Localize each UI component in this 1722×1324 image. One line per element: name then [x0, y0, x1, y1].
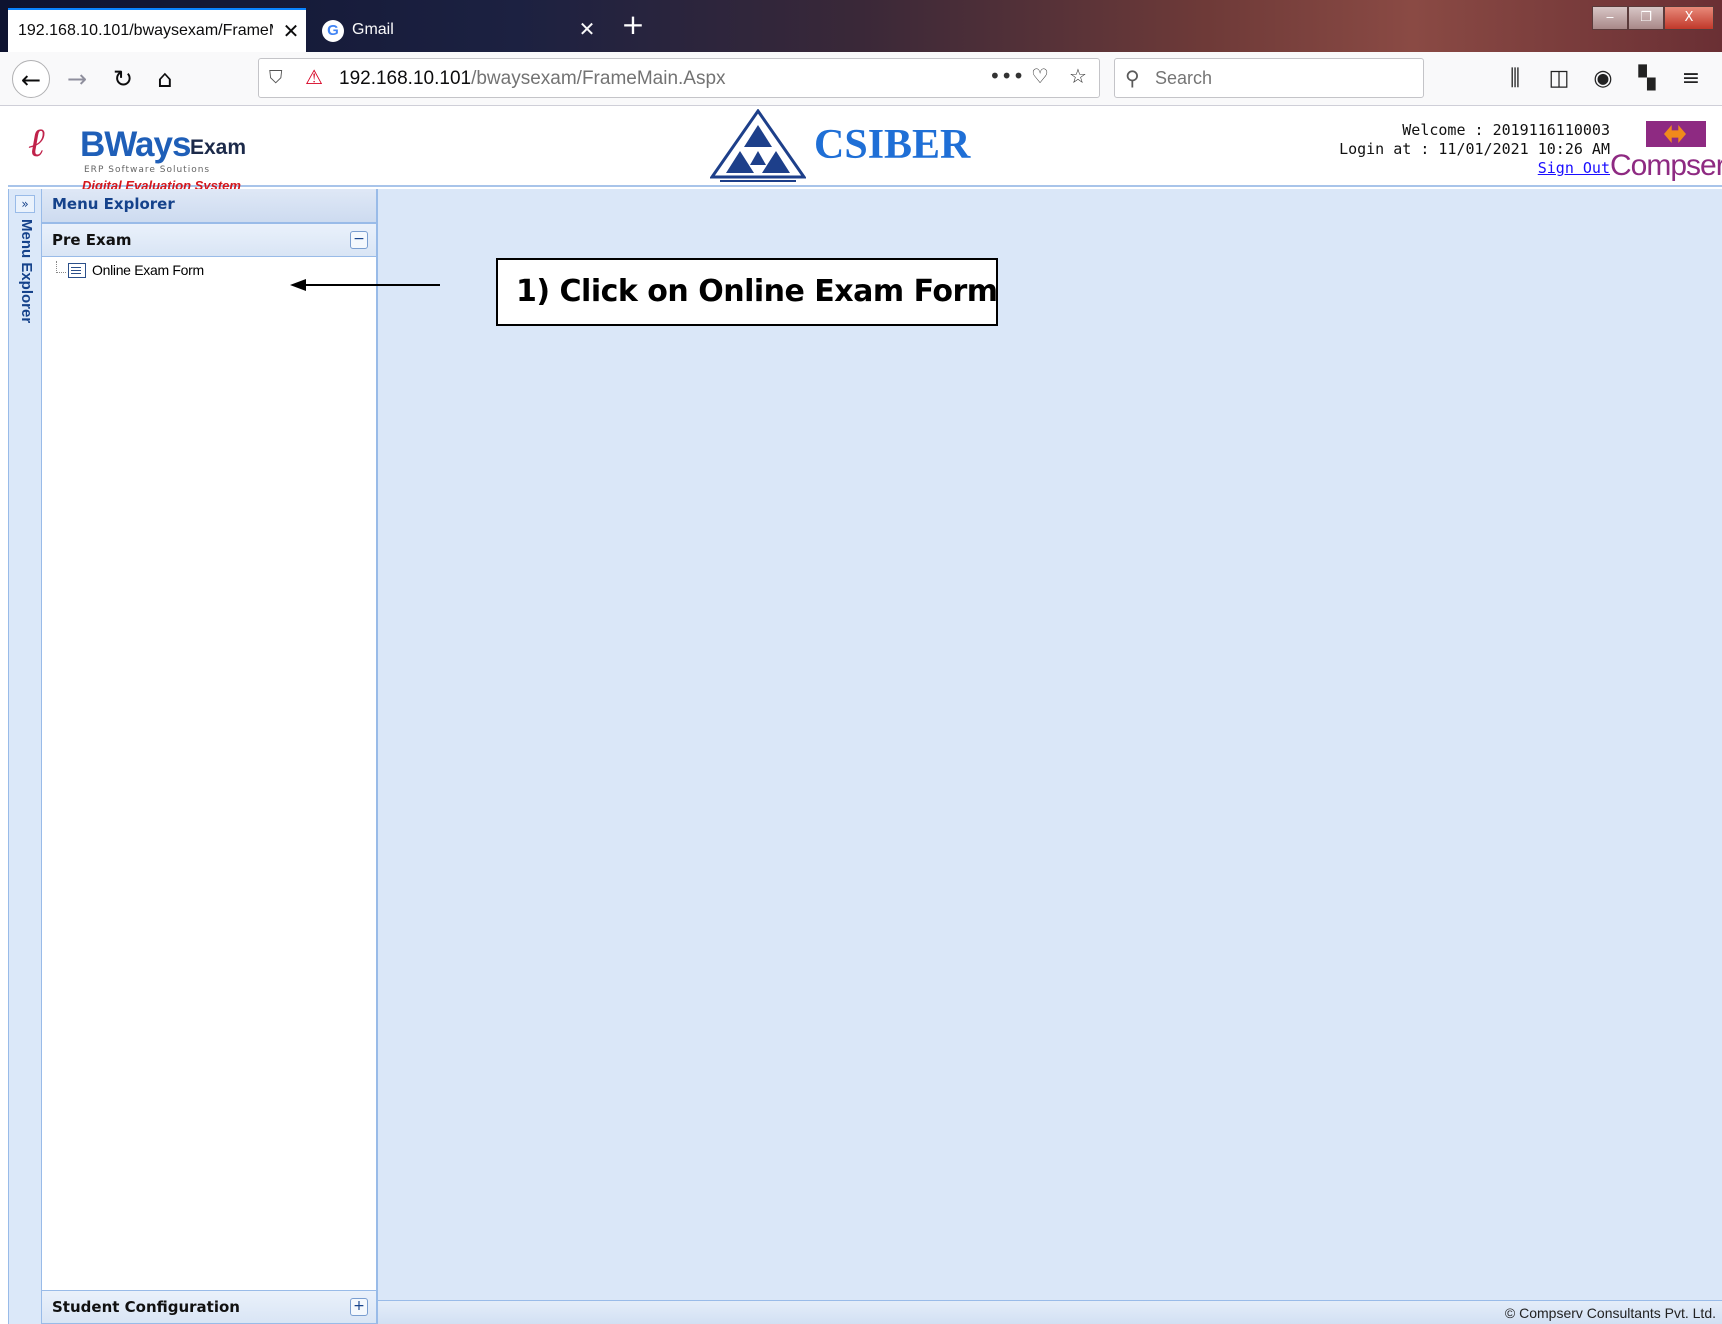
sidebar-icon[interactable]: ◫ [1544, 60, 1574, 98]
page-actions-icon[interactable]: ••• [989, 64, 1024, 88]
close-icon[interactable]: ✕ [280, 20, 302, 42]
restore-button[interactable]: ❐ [1628, 6, 1664, 30]
bways-logo: ℓ BWays Exam ERP Software Solutions Digi… [20, 117, 260, 193]
compserv-logo: Compserv [1606, 121, 1722, 185]
menu-explorer-vertical-label[interactable]: Menu Explorer [18, 219, 35, 323]
menu-explorer-panel: Menu Explorer Pre Exam − Online Exam For… [42, 189, 378, 1324]
tab-gmail[interactable]: G Gmail ✕ [310, 8, 610, 52]
insecure-lock-icon[interactable]: ⚠ [305, 65, 323, 89]
account-icon[interactable]: ◉ [1588, 60, 1618, 98]
toolbar-icons: ⫼ ◫ ◉ ▚ ≡ [1500, 60, 1706, 98]
menu-explorer-title: Menu Explorer [52, 195, 175, 213]
library-icon[interactable]: ⫼ [1500, 60, 1530, 98]
back-button[interactable]: ← [12, 60, 50, 98]
shield-icon[interactable]: ⛉ [269, 67, 283, 88]
welcome-text: Welcome : 2019116110003 [1402, 121, 1610, 139]
tree-elbow [56, 261, 66, 273]
bways-mark-icon: ℓ [28, 120, 45, 165]
expand-double-chevron-icon[interactable]: » [15, 195, 35, 213]
sign-out-link[interactable]: Sign Out [1538, 159, 1610, 177]
url-actions: ••• ♡ ☆ [989, 64, 1091, 88]
menu-icon[interactable]: ≡ [1676, 60, 1706, 98]
minimize-button[interactable]: ‒ [1592, 6, 1628, 30]
section-title: Student Configuration [52, 1298, 240, 1316]
url-bar[interactable]: ⛉ ⚠ 192.168.10.101/bwaysexam/FrameMain.A… [258, 58, 1100, 98]
menu-explorer-header: Menu Explorer [42, 189, 376, 223]
reload-button[interactable]: ↻ [104, 60, 142, 98]
browser-window: 192.168.10.101/bwaysexam/FrameM ✕ G Gmai… [0, 0, 1722, 1324]
footer-bar: © Compserv Consultants Pvt. Ltd. [378, 1300, 1722, 1324]
new-tab-button[interactable]: + [618, 10, 648, 40]
user-info: Welcome : 2019116110003 Login at : 11/01… [1290, 121, 1610, 178]
app-header: ℓ BWays Exam ERP Software Solutions Digi… [8, 107, 1722, 193]
google-g-icon: G [322, 20, 344, 42]
expand-icon[interactable]: + [350, 1298, 368, 1316]
search-icon: ⚲ [1125, 66, 1140, 90]
search-input[interactable] [1155, 66, 1415, 90]
annotation-text: 1) Click on Online Exam Form [516, 274, 998, 309]
brand-subtitle: ERP Software Solutions [84, 165, 211, 175]
navigation-toolbar: ← → ↻ ⌂ ⛉ ⚠ 192.168.10.101/bwaysexam/Fra… [0, 52, 1722, 106]
close-icon[interactable]: ✕ [576, 18, 598, 40]
menu-item-label: Online Exam Form [92, 262, 204, 278]
pocket-icon[interactable]: ♡ [1027, 64, 1053, 88]
copyright-text: © Compserv Consultants Pvt. Ltd. [1504, 1305, 1716, 1321]
annotation-callout: 1) Click on Online Exam Form [496, 258, 998, 326]
compserv-mark-icon [1646, 121, 1706, 147]
csiber-emblem-icon [710, 109, 806, 182]
url-text[interactable]: 192.168.10.101/bwaysexam/FrameMain.Aspx [339, 68, 726, 90]
annotation-arrow-icon [290, 279, 440, 291]
tab-title: 192.168.10.101/bwaysexam/FrameM [18, 22, 273, 39]
collapsed-menu-strip: » Menu Explorer [8, 189, 42, 1324]
tab-strip: 192.168.10.101/bwaysexam/FrameM ✕ G Gmai… [0, 0, 1722, 52]
section-pre-exam[interactable]: Pre Exam − [42, 223, 376, 257]
institute-name: CSIBER [814, 122, 971, 168]
main-content-area [378, 189, 1722, 1324]
url-path: /bwaysexam/FrameMain.Aspx [471, 68, 726, 89]
section-title: Pre Exam [52, 231, 132, 249]
brand-product: Exam [190, 136, 247, 159]
bookmark-star-icon[interactable]: ☆ [1065, 64, 1091, 88]
search-bar[interactable]: ⚲ [1114, 58, 1424, 98]
window-close-button[interactable]: X [1664, 6, 1714, 30]
partner-name: Compserv [1610, 149, 1722, 182]
csiber-logo: CSIBER [710, 109, 990, 187]
brand-name: BWays [80, 125, 191, 164]
extensions-icon[interactable]: ▚ [1632, 60, 1662, 98]
tab-title: Gmail [352, 21, 394, 38]
section-student-configuration[interactable]: Student Configuration + [42, 1290, 376, 1324]
window-controls: ‒ ❐ X [1592, 6, 1714, 32]
home-button[interactable]: ⌂ [146, 60, 184, 98]
forward-button[interactable]: → [58, 60, 96, 98]
collapse-icon[interactable]: − [350, 231, 368, 249]
url-host: 192.168.10.101 [339, 68, 472, 89]
tab-bwaysexam[interactable]: 192.168.10.101/bwaysexam/FrameM ✕ [8, 8, 306, 52]
form-icon [68, 263, 86, 278]
login-time: Login at : 11/01/2021 10:26 AM [1339, 140, 1610, 158]
